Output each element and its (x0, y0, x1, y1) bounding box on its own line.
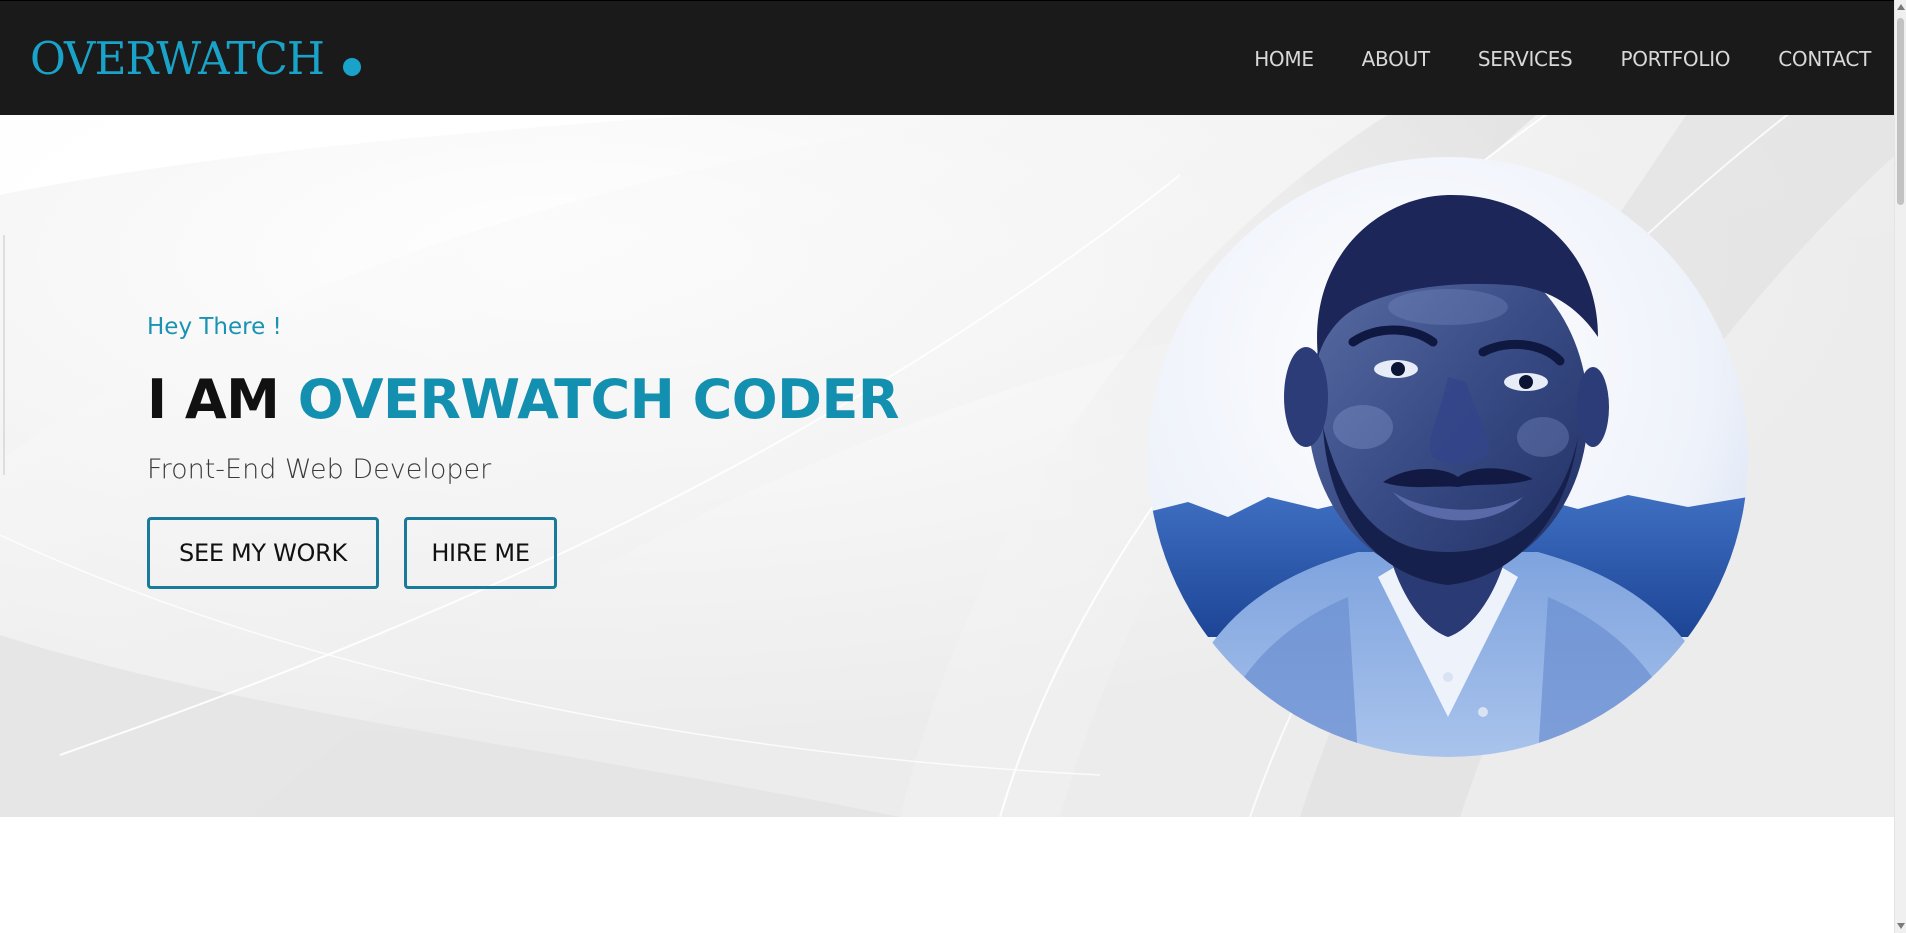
nav-link-home[interactable]: HOME (1254, 47, 1314, 71)
nav-link-services[interactable]: SERVICES (1478, 47, 1573, 71)
page-scrollbar[interactable] (1894, 0, 1906, 933)
see-my-work-button[interactable]: SEE MY WORK (147, 517, 379, 589)
scroll-up-arrow-icon[interactable] (1897, 4, 1905, 10)
headline-prefix: I AM (147, 368, 280, 431)
scrollbar-thumb[interactable] (1897, 18, 1904, 205)
hero-section: Hey There ! I AM OVERWATCH CODER Front-E… (0, 115, 1895, 817)
logo[interactable]: OVERWATCH (30, 29, 362, 89)
profile-portrait (1148, 157, 1748, 757)
logo-text: OVERWATCH (30, 32, 325, 85)
hero-headline: I AM OVERWATCH CODER (147, 368, 899, 432)
nav-menu: HOME ABOUT SERVICES PORTFOLIO CONTACT (1254, 1, 1871, 116)
hero-greeting: Hey There ! (147, 314, 282, 340)
dot-icon (343, 58, 362, 76)
hero-subtitle: Front-End Web Developer (147, 454, 492, 485)
hero-text-block: Hey There ! I AM OVERWATCH CODER Front-E… (147, 312, 899, 589)
headline-name: OVERWATCH CODER (297, 368, 900, 431)
page: OVERWATCH HOME ABOUT SERVICES PORTFOLIO … (0, 0, 1906, 933)
navbar: OVERWATCH HOME ABOUT SERVICES PORTFOLIO … (0, 0, 1895, 115)
nav-link-contact[interactable]: CONTACT (1778, 47, 1871, 71)
hire-me-button[interactable]: HIRE ME (404, 517, 557, 589)
scroll-down-arrow-icon[interactable] (1897, 923, 1905, 929)
hero-buttons: SEE MY WORK HIRE ME (147, 517, 899, 589)
nav-link-portfolio[interactable]: PORTFOLIO (1620, 47, 1730, 71)
nav-link-about[interactable]: ABOUT (1362, 47, 1430, 71)
